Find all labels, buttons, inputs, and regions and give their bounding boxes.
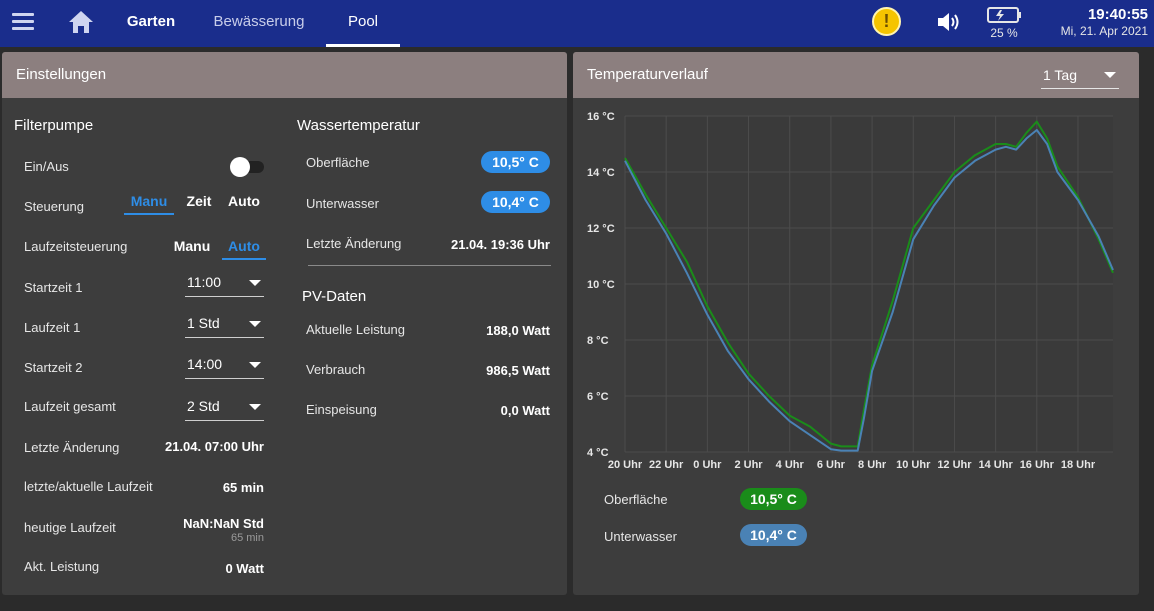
letzte-aenderung-label: Letzte Änderung xyxy=(24,440,120,455)
laufzeit1-select[interactable]: 1 Std xyxy=(185,310,264,338)
oberflaeche-label: Oberfläche xyxy=(306,155,370,170)
akt-leistung-label: Akt. Leistung xyxy=(24,559,100,574)
heutige-laufzeit-value: NaN:NaN Std xyxy=(183,516,264,531)
range-select[interactable]: 1 Tag xyxy=(1041,62,1119,89)
startzeit2-select[interactable]: 14:00 xyxy=(185,351,264,379)
laufzeit1-label: Laufzeit 1 xyxy=(24,320,81,335)
startzeit2-label: Startzeit 2 xyxy=(24,360,83,375)
settings-header: Einstellungen xyxy=(2,52,567,98)
x-tick-label: 4 Uhr xyxy=(776,459,805,471)
y-tick-label: 8 °C xyxy=(587,335,609,347)
chevron-down-icon xyxy=(249,280,261,286)
startzeit1-label: Startzeit 1 xyxy=(24,280,83,295)
range-value: 1 Tag xyxy=(1043,67,1077,83)
settings-title: Einstellungen xyxy=(16,66,107,83)
laufzeit-gesamt-label: Laufzeit gesamt xyxy=(24,399,116,414)
laufzeit-letzte-label: letzte/aktuelle Laufzeit xyxy=(24,479,153,494)
legend-unterwasser-label: Unterwasser xyxy=(604,529,677,544)
laufzeit-gesamt-select[interactable]: 2 Std xyxy=(185,393,264,421)
legend-oberflaeche-label: Oberfläche xyxy=(604,492,668,507)
active-tab-indicator xyxy=(326,44,400,47)
laufzeit-letzte-value: 65 min xyxy=(222,480,264,495)
chevron-down-icon xyxy=(249,321,261,327)
pv-einspeisung-value: 0,0 Watt xyxy=(500,403,550,418)
battery-percent: 25 % xyxy=(990,26,1018,40)
x-tick-label: 18 Uhr xyxy=(1061,459,1096,471)
steuerung-label: Steuerung xyxy=(24,199,84,214)
toggle-knob xyxy=(230,157,250,177)
home-icon[interactable] xyxy=(67,9,95,35)
x-tick-label: 6 Uhr xyxy=(817,459,846,471)
y-tick-label: 6 °C xyxy=(587,391,609,403)
x-tick-label: 0 Uhr xyxy=(693,459,722,471)
akt-leistung-value: 0 Watt xyxy=(225,561,264,576)
wasser-letzte-value: 21.04. 19:36 Uhr xyxy=(450,237,550,252)
steuerung-zeit[interactable]: Zeit xyxy=(180,193,218,209)
legend-oberflaeche-badge: 10,5° C xyxy=(740,488,807,510)
letzte-aenderung-value: 21.04. 07:00 Uhr xyxy=(164,439,264,454)
pv-leistung-label: Aktuelle Leistung xyxy=(306,322,406,337)
laufzeit-manu[interactable]: Manu xyxy=(170,238,214,254)
steuerung-manu[interactable]: Manu xyxy=(124,193,174,209)
x-tick-label: 22 Uhr xyxy=(649,459,684,471)
heutige-laufzeit-label: heutige Laufzeit xyxy=(24,520,116,535)
x-tick-label: 16 Uhr xyxy=(1020,459,1055,471)
wasser-title: Wassertemperatur xyxy=(297,117,420,134)
laufzeit1-value: 1 Std xyxy=(187,315,220,331)
chevron-down-icon xyxy=(1104,72,1116,78)
y-tick-label: 14 °C xyxy=(587,167,615,179)
pv-verbrauch-value: 986,5 Watt xyxy=(486,363,550,378)
wasser-letzte-label: Letzte Änderung xyxy=(306,236,402,251)
pv-einspeisung-label: Einspeisung xyxy=(306,402,377,417)
startzeit2-value: 14:00 xyxy=(187,356,223,372)
x-tick-label: 14 Uhr xyxy=(979,459,1014,471)
startzeit1-select[interactable]: 11:00 xyxy=(185,269,264,297)
x-tick-label: 12 Uhr xyxy=(937,459,972,471)
laufzeitsteuerung-label: Laufzeitsteuerung xyxy=(24,239,128,254)
y-tick-label: 12 °C xyxy=(587,223,615,235)
oberflaeche-badge: 10,5° C xyxy=(481,151,550,173)
temperature-chart: 20 Uhr 22 Uhr 0 Uhr 2 Uhr 4 Uhr 6 Uhr 8 Uhr 10 … xyxy=(587,111,1114,471)
tab-pool[interactable]: Pool xyxy=(326,0,400,47)
startzeit1-value: 11:00 xyxy=(187,274,221,290)
y-tick-label: 16 °C xyxy=(587,111,615,123)
x-tick-label: 2 Uhr xyxy=(734,459,763,471)
temperature-panel: Temperaturverlauf 1 Tag 20 Uhr 22 Uhr 0 Uh… xyxy=(573,52,1139,595)
settings-panel: Einstellungen Filterpumpe Ein/Aus Steuer… xyxy=(2,52,567,595)
unterwasser-label: Unterwasser xyxy=(306,196,379,211)
divider xyxy=(308,265,551,266)
warning-icon[interactable]: ! xyxy=(872,7,901,36)
pv-title: PV-Daten xyxy=(302,288,367,305)
clock-date: Mi, 21. Apr 2021 xyxy=(1060,24,1148,38)
pv-leistung-value: 188,0 Watt xyxy=(486,323,550,338)
x-tick-label: 8 Uhr xyxy=(858,459,887,471)
laufzeit-auto[interactable]: Auto xyxy=(222,238,266,254)
temperature-title: Temperaturverlauf xyxy=(587,66,708,83)
chevron-down-icon xyxy=(249,362,261,368)
x-tick-label: 20 Uhr xyxy=(608,459,643,471)
chevron-down-icon xyxy=(249,404,261,410)
steuerung-active-line xyxy=(124,213,174,215)
legend-unterwasser-badge: 10,4° C xyxy=(740,524,807,546)
laufzeit-active-line xyxy=(222,258,266,260)
heutige-laufzeit-sub: 65 min xyxy=(230,532,264,544)
x-tick-label: 10 Uhr xyxy=(896,459,931,471)
onoff-label: Ein/Aus xyxy=(24,159,69,174)
filterpumpe-title: Filterpumpe xyxy=(14,117,94,134)
y-tick-label: 10 °C xyxy=(587,279,615,291)
tab-bewaesserung[interactable]: Bewässerung xyxy=(206,0,312,47)
menu-icon[interactable] xyxy=(12,13,34,31)
y-tick-label: 4 °C xyxy=(587,447,609,459)
temperature-header: Temperaturverlauf 1 Tag xyxy=(573,52,1139,98)
speaker-icon[interactable] xyxy=(935,9,963,35)
battery-icon xyxy=(987,7,1021,23)
steuerung-auto[interactable]: Auto xyxy=(224,193,264,209)
tab-garten[interactable]: Garten xyxy=(118,0,184,47)
top-bar: Garten Bewässerung Pool ! 25 % 19:40:55 … xyxy=(0,0,1154,47)
laufzeit-gesamt-value: 2 Std xyxy=(187,398,220,414)
pump-toggle[interactable] xyxy=(230,156,265,178)
clock-time: 19:40:55 xyxy=(1087,6,1148,23)
unterwasser-badge: 10,4° C xyxy=(481,191,550,213)
pv-verbrauch-label: Verbrauch xyxy=(306,362,366,377)
